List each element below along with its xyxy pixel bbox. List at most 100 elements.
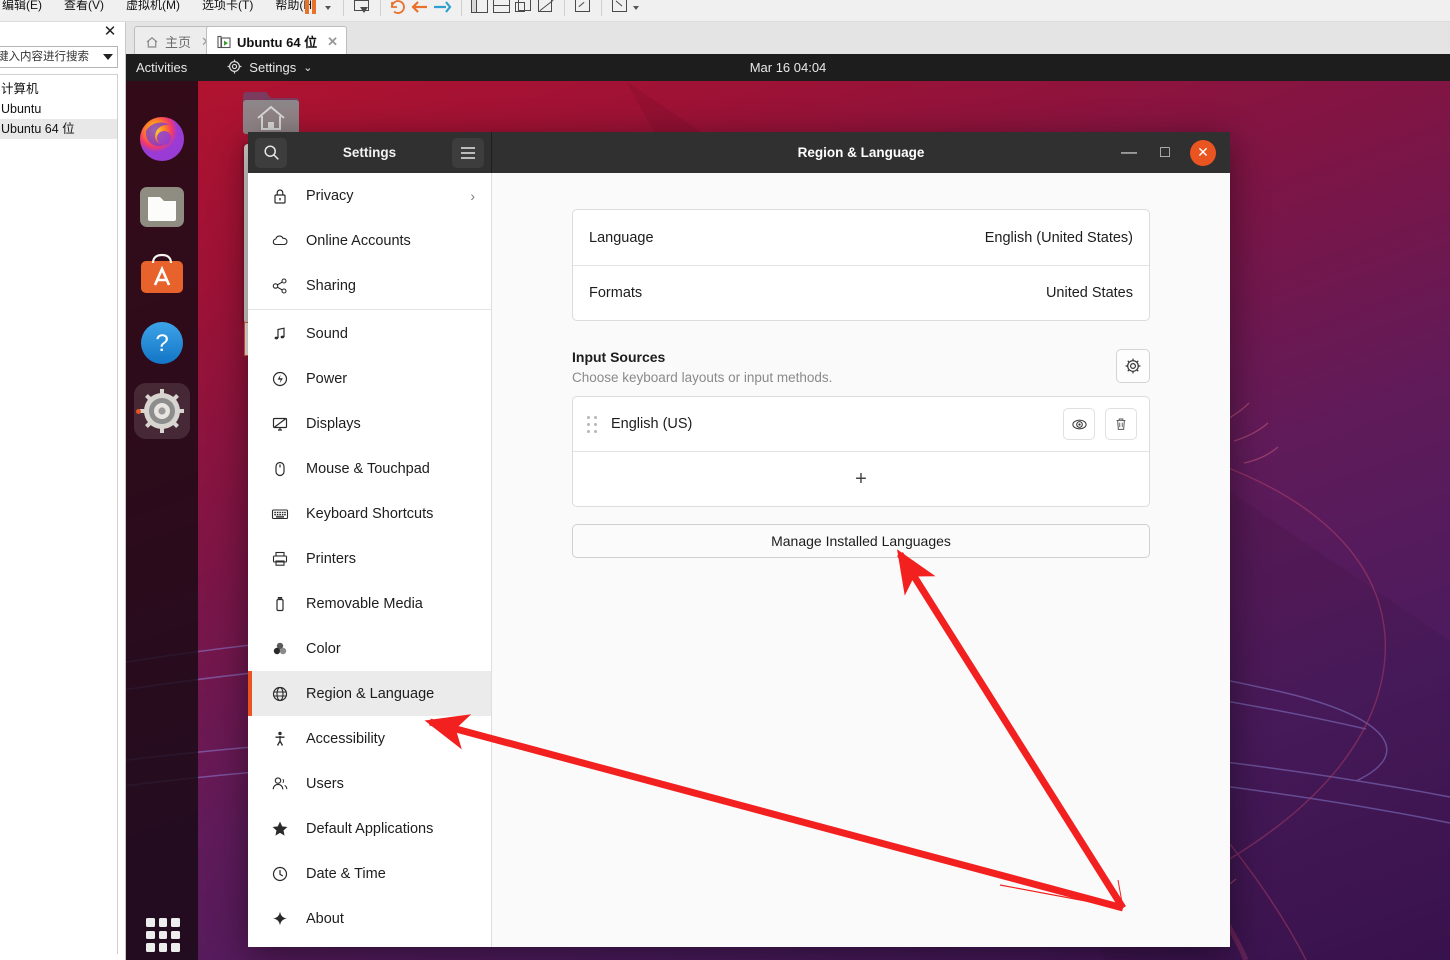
sidebar-divider (248, 309, 491, 310)
view-thumbnails-icon[interactable] (513, 0, 535, 18)
fullscreen-icon[interactable] (572, 0, 594, 18)
row-formats[interactable]: Formats United States (573, 265, 1149, 320)
trash-icon[interactable] (1105, 408, 1137, 440)
menu-edit[interactable]: 编辑(E) (2, 0, 42, 16)
accessibility-icon (270, 729, 290, 749)
sidebar-item-label: Keyboard Shortcuts (306, 505, 434, 522)
manage-installed-languages-button[interactable]: Manage Installed Languages (572, 524, 1150, 558)
back-arrow-icon[interactable] (410, 0, 432, 18)
sidebar-item-online-accounts[interactable]: Online Accounts (248, 218, 491, 263)
minimize-button[interactable]: — (1118, 142, 1140, 164)
screen-root: 编辑(E) 查看(V) 虚拟机(M) 选项卡(T) 帮助(H) ✕ 键入内容进行… (0, 0, 1450, 960)
sidebar-item-mouse-touchpad[interactable]: Mouse & Touchpad (248, 446, 491, 491)
pause-vm-icon[interactable] (300, 0, 322, 18)
hamburger-menu-icon[interactable] (451, 137, 484, 168)
dock-item-help[interactable]: ? (134, 315, 190, 371)
library-search-placeholder: 键入内容进行搜索 (0, 51, 89, 63)
cloud-icon (270, 231, 290, 251)
sidebar-item-date-and-time[interactable]: Date & Time (248, 851, 491, 896)
search-icon[interactable] (255, 137, 287, 168)
view-sidebar-icon[interactable] (469, 0, 491, 18)
settings-wrench-icon[interactable] (432, 0, 454, 18)
eye-preview-icon[interactable] (1063, 408, 1095, 440)
unity-mode-icon[interactable] (609, 0, 631, 18)
vm-play-icon (217, 35, 231, 49)
row-language-label: Language (589, 229, 654, 246)
sidebar-item-label: Sharing (306, 277, 356, 294)
unity-dropdown-icon[interactable] (631, 0, 643, 18)
input-sources-title: Input Sources (572, 349, 666, 365)
sidebar-item-keyboard-shortcuts[interactable]: Keyboard Shortcuts (248, 491, 491, 536)
drag-handle-icon[interactable] (587, 415, 597, 433)
view-split-icon[interactable] (491, 0, 513, 18)
tab-ubuntu-64[interactable]: Ubuntu 64 位 ✕ (206, 26, 348, 56)
sidebar-item-sharing[interactable]: Sharing (248, 263, 491, 308)
ubuntu-dock: ? (126, 81, 198, 960)
color-icon (270, 639, 290, 659)
sidebar-item-about[interactable]: About (248, 896, 491, 941)
library-item-computer[interactable]: 计算机 (0, 79, 117, 99)
sidebar-item-users[interactable]: Users (248, 761, 491, 806)
home-icon (145, 35, 159, 49)
dock-item-firefox[interactable] (134, 111, 190, 167)
close-button[interactable]: ✕ (1190, 139, 1216, 166)
sidebar-item-privacy[interactable]: Privacy › (248, 173, 491, 218)
star-icon (270, 819, 290, 839)
settings-sidebar: Privacy › Online Accounts Sharing Sound … (248, 173, 492, 947)
sidebar-item-label: Sound (306, 325, 348, 342)
pause-dropdown-icon[interactable] (322, 0, 336, 18)
dock-item-files[interactable] (134, 179, 190, 235)
toolbar-separator-2 (380, 0, 381, 16)
menu-tabs[interactable]: 选项卡(T) (202, 0, 253, 16)
row-language[interactable]: Language English (United States) (573, 210, 1149, 265)
menu-view[interactable]: 查看(V) (64, 0, 104, 16)
sidebar-item-default-applications[interactable]: Default Applications (248, 806, 491, 851)
sidebar-item-sound[interactable]: Sound (248, 311, 491, 356)
library-search-input[interactable]: 键入内容进行搜索 (0, 46, 118, 68)
sparkle-icon (270, 909, 290, 929)
sidebar-item-label: Region & Language (306, 685, 435, 702)
settings-sidebar-header: Settings (248, 132, 492, 173)
input-source-row[interactable]: English (US) (573, 397, 1149, 452)
sidebar-item-displays[interactable]: Displays (248, 401, 491, 446)
row-language-value: English (United States) (984, 229, 1133, 246)
show-applications-button[interactable] (146, 918, 180, 952)
music-note-icon (270, 324, 290, 344)
sidebar-item-power[interactable]: Power (248, 356, 491, 401)
library-close-button[interactable]: ✕ (101, 24, 119, 42)
running-indicator-dot (136, 409, 141, 414)
gnome-top-bar: Activities Settings ⌄ Mar 16 04:04 (126, 54, 1450, 81)
tab-ubuntu-64-label: Ubuntu 64 位 (237, 35, 318, 50)
input-source-name: English (US) (611, 416, 693, 432)
maximize-button[interactable]: □ (1154, 142, 1176, 164)
clock[interactable]: Mar 16 04:04 (126, 60, 1450, 75)
snapshot-icon[interactable] (351, 0, 373, 18)
dock-item-ubuntu-software[interactable] (134, 247, 190, 303)
add-input-source-button[interactable]: + (573, 452, 1149, 506)
sidebar-item-label: Color (306, 640, 341, 657)
input-sources-options-gear-icon[interactable] (1116, 349, 1150, 383)
sidebar-item-label: Users (306, 775, 344, 792)
settings-page-header: Region & Language — □ ✕ (492, 132, 1230, 173)
sidebar-item-label: Privacy (306, 187, 354, 204)
mouse-icon (270, 459, 290, 479)
sidebar-item-removable-media[interactable]: Removable Media (248, 581, 491, 626)
close-icon[interactable]: ✕ (327, 34, 338, 50)
sidebar-item-printers[interactable]: Printers (248, 536, 491, 581)
view-console-off-icon[interactable] (535, 0, 557, 18)
sidebar-item-accessibility[interactable]: Accessibility (248, 716, 491, 761)
menu-virtualmachine[interactable]: 虚拟机(M) (126, 0, 180, 16)
row-formats-value: United States (1045, 285, 1133, 301)
input-sources-card: English (US) + (572, 396, 1150, 507)
library-item-ubuntu[interactable]: Ubuntu (0, 99, 117, 119)
sidebar-item-color[interactable]: Color (248, 626, 491, 671)
dock-item-settings[interactable] (134, 383, 190, 439)
library-item-ubuntu-64[interactable]: Ubuntu 64 位 (0, 119, 117, 139)
keyboard-icon (270, 504, 290, 524)
chevron-down-icon[interactable] (103, 54, 113, 60)
revert-snapshot-icon[interactable] (388, 0, 410, 18)
settings-content: Language English (United States) Formats… (492, 173, 1230, 947)
chevron-right-icon: › (470, 187, 475, 204)
sidebar-item-region-and-language[interactable]: Region & Language (248, 671, 491, 716)
vm-tab-strip: 主页 ✕ Ubuntu 64 位 ✕ (126, 22, 1450, 56)
